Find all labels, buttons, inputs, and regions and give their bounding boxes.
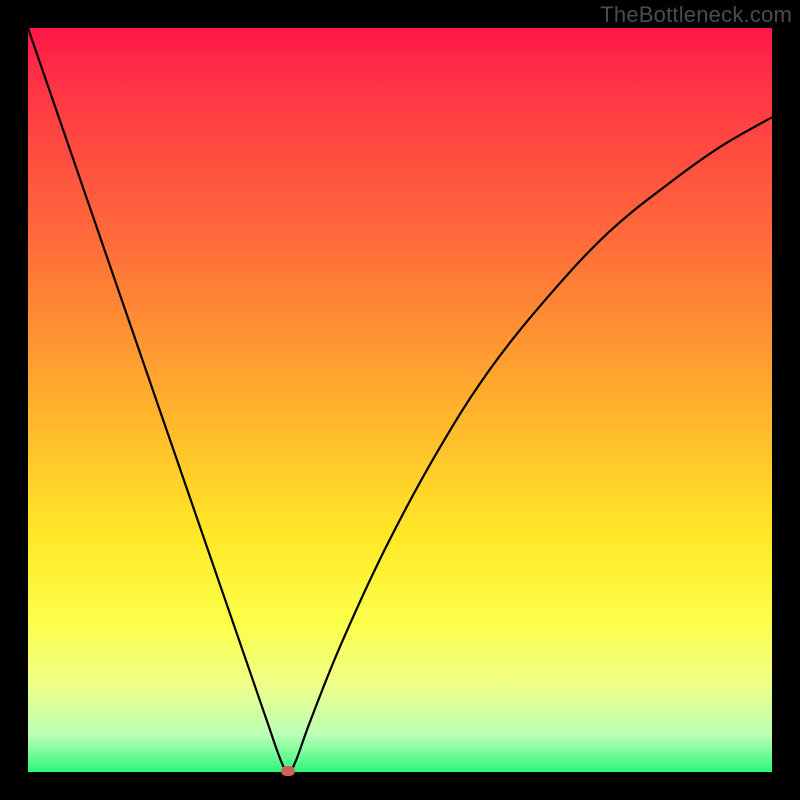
chart-frame: TheBottleneck.com: [0, 0, 800, 800]
plot-area: [28, 28, 772, 772]
watermark-text: TheBottleneck.com: [600, 2, 792, 28]
bottleneck-curve: [28, 28, 772, 772]
curve-layer: [28, 28, 772, 772]
optimum-marker: [281, 766, 295, 776]
